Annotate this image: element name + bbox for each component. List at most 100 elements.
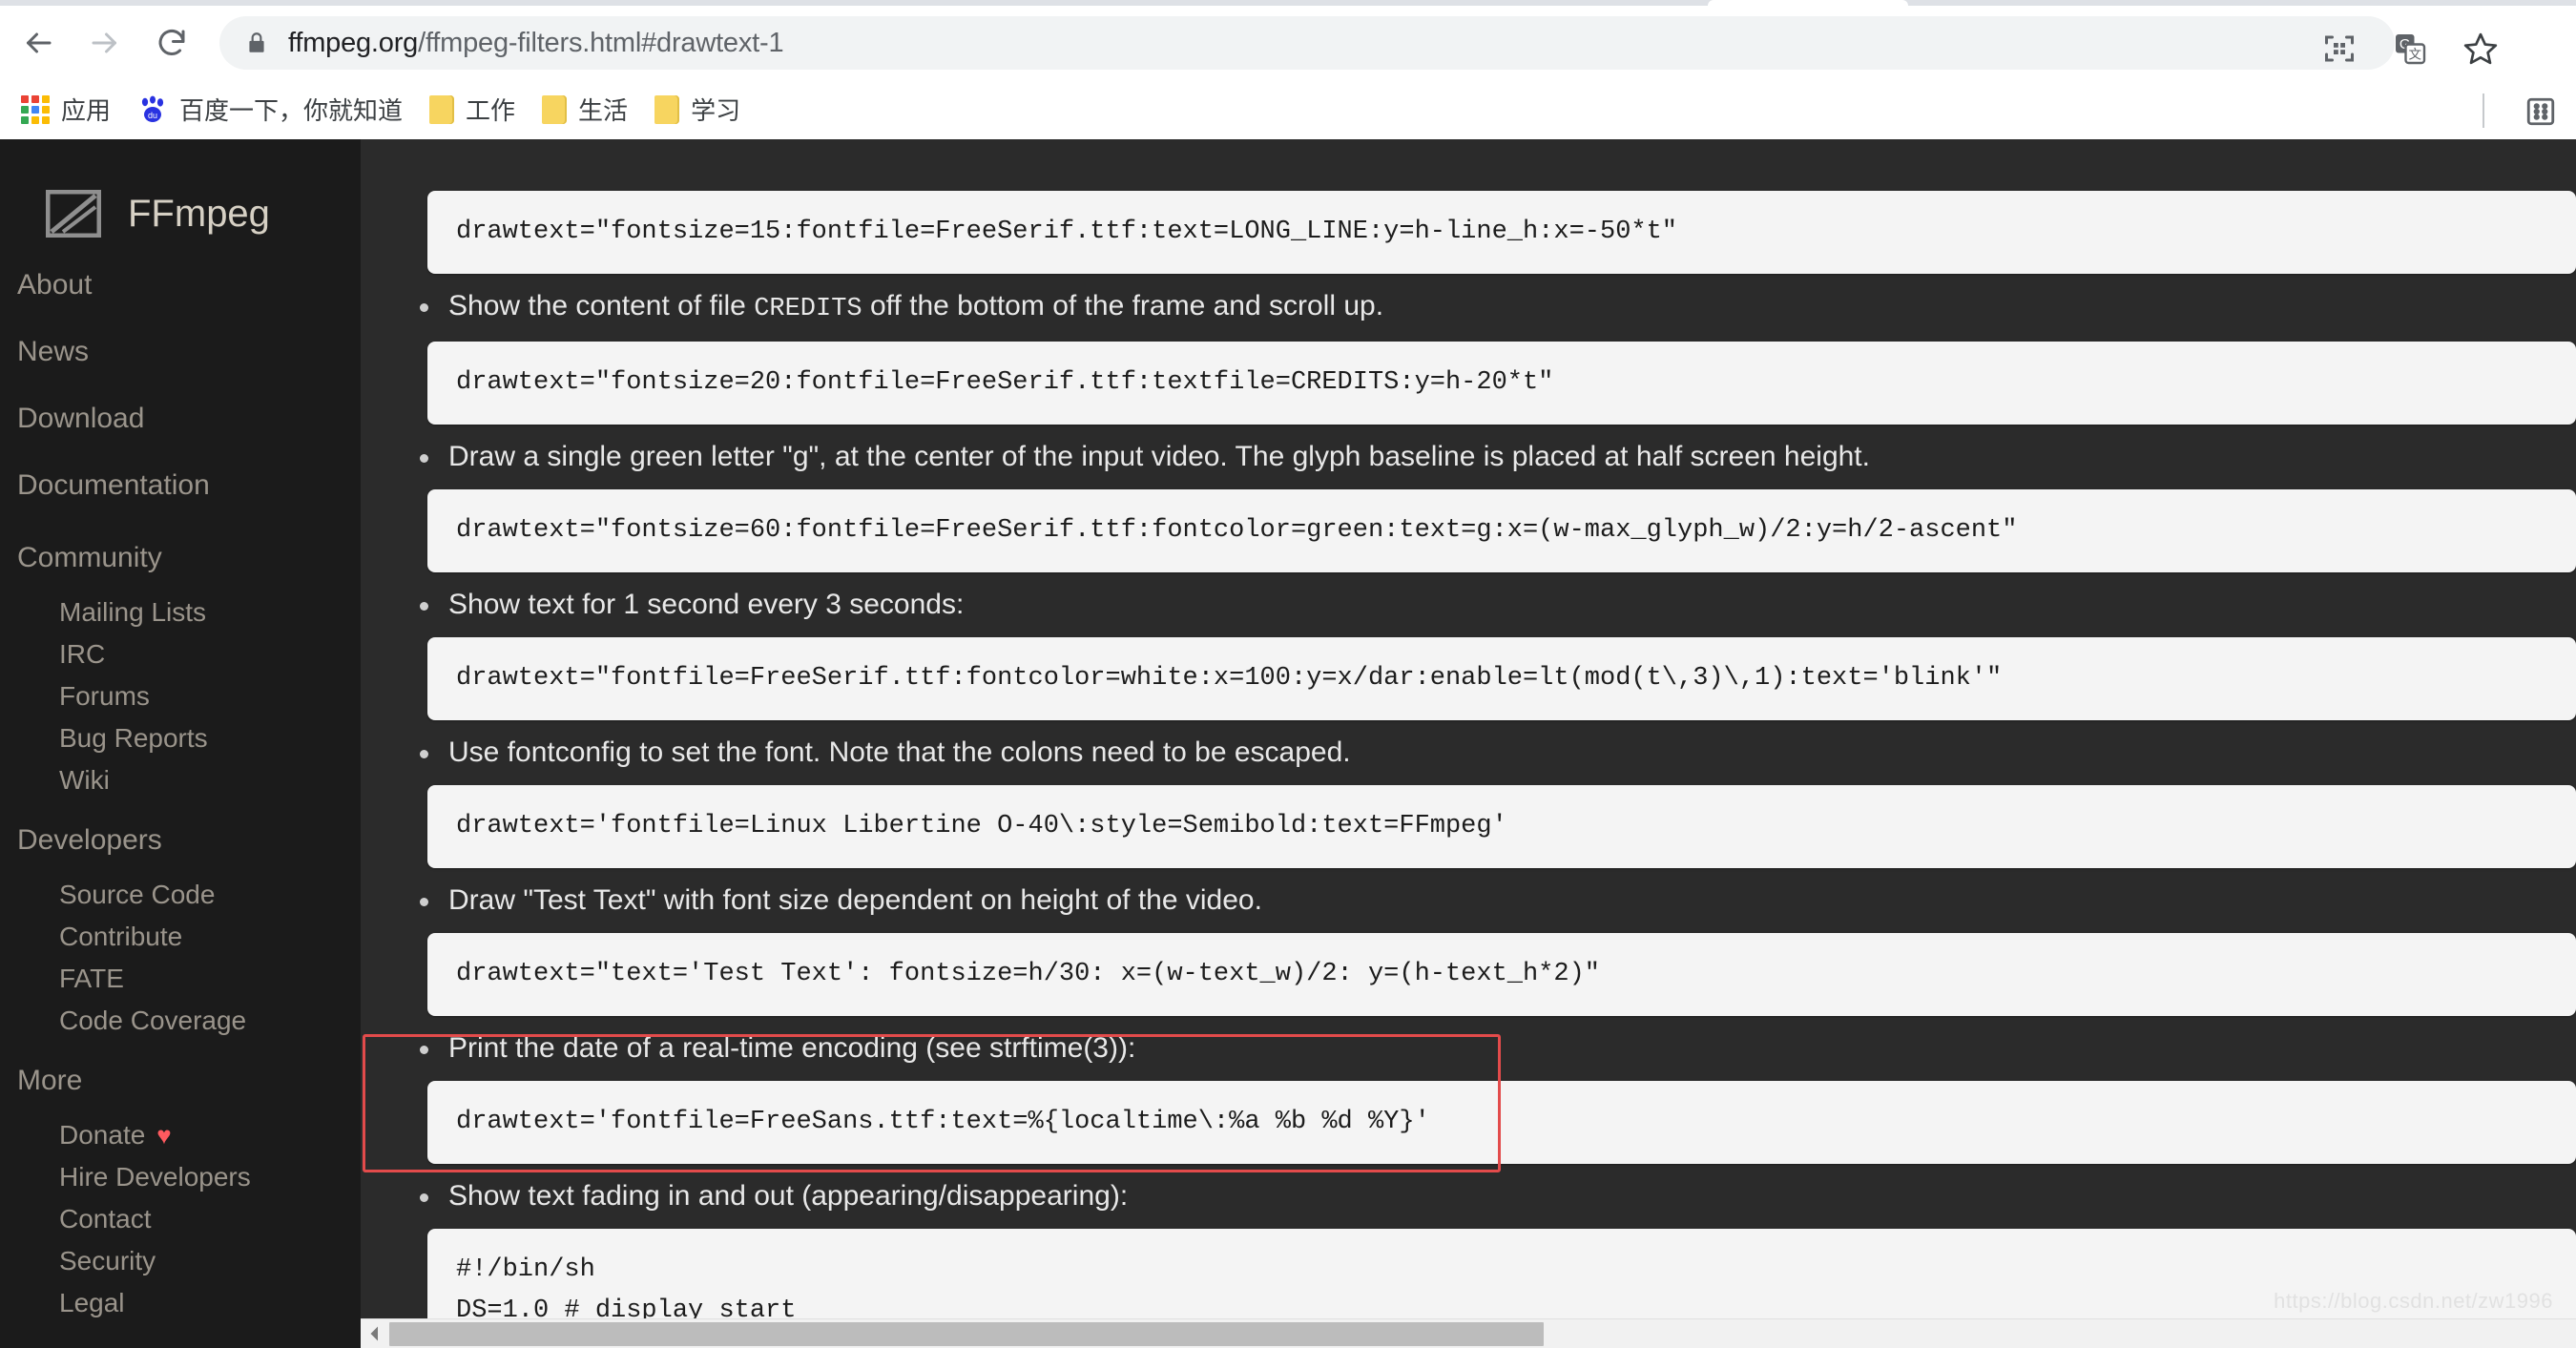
sidebar-item-donate[interactable]: Donate ♥ [0,1114,361,1156]
sidebar-item-source-code[interactable]: Source Code [0,874,361,916]
example-bullet-blink: Show text for 1 second every 3 seconds: [361,586,2576,624]
sidebar-item-code-coverage[interactable]: Code Coverage [0,1000,361,1042]
sidebar-item-mailing-lists[interactable]: Mailing Lists [0,591,361,633]
scroll-left-arrow-icon[interactable] [364,1323,385,1344]
code-block-fontconfig[interactable]: drawtext='fontfile=Linux Libertine O-40\… [427,785,2576,868]
bookmark-label: 工作 [466,96,516,125]
code-text: drawtext='fontfile=FreeSans.ttf:text=%{l… [456,1108,1430,1136]
url-host: ffmpeg.org [288,27,419,58]
sidebar-item-fate[interactable]: FATE [0,958,361,1000]
bookmark-item-apps[interactable]: 应用 [11,86,120,134]
code-text: drawtext="fontfile=FreeSerif.ttf:fontcol… [456,664,2003,693]
example-bullet-fading: Show text fading in and out (appearing/d… [361,1177,2576,1215]
sidebar-nav-top: About News Download Documentation [0,252,361,519]
bookmark-item-life[interactable]: 生活 [532,86,637,134]
bullet-label: Draw a single green letter "g", at the c… [448,441,1870,472]
bookmark-label: 生活 [578,96,629,125]
sidebar-heading-community[interactable]: Community [0,525,361,591]
example-bullet-green-g: Draw a single green letter "g", at the c… [361,438,2576,476]
sidebar-item-about[interactable]: About [0,252,361,319]
code-text: drawtext="text='Test Text': fontsize=h/3… [456,960,1600,988]
sidebar-item-forums[interactable]: Forums [0,675,361,717]
bookmarks-divider [2483,93,2484,128]
example-bullet-fontconfig: Use fontconfig to set the font. Note tha… [361,734,2576,772]
bookmark-label: 百度一下，你就知道 [179,96,404,125]
sidebar-heading-more[interactable]: More [0,1047,361,1114]
brand-name: FFmpeg [128,192,270,235]
sidebar-item-hire-developers[interactable]: Hire Developers [0,1156,361,1198]
ffmpeg-logo-icon [45,189,102,238]
sidebar-group-community: Community Mailing Lists IRC Forums Bug R… [0,525,361,801]
sidebar-item-documentation[interactable]: Documentation [0,452,361,519]
bookmark-item-work[interactable]: 工作 [420,86,525,134]
bookmark-item-baidu[interactable]: du 百度一下，你就知道 [128,86,412,134]
code-text: drawtext="fontsize=20:fontfile=FreeSerif… [456,368,1554,397]
horizontal-scrollbar[interactable] [361,1318,2576,1348]
svg-text:文: 文 [2409,48,2422,62]
address-bar[interactable]: ffmpeg.org/ffmpeg-filters.html#drawtext-… [219,16,2395,70]
code-text: drawtext="fontsize=15:fontfile=FreeSerif… [456,218,1678,246]
google-translate-icon[interactable]: G 文 [2381,20,2439,77]
sidebar-item-label: Donate [59,1120,146,1150]
bullet-text-after: off the bottom of the frame and scroll u… [862,290,1384,321]
code-text: drawtext='fontfile=Linux Libertine O-40\… [456,812,1507,840]
sidebar-group-more: More Donate ♥ Hire Developers Contact Sec… [0,1047,361,1324]
bullet-text-before: Show the content of file [448,290,755,321]
example-bullet-test-text: Draw "Test Text" with font size dependen… [361,881,2576,920]
lock-icon [244,29,269,57]
bookmark-item-study[interactable]: 学习 [645,86,750,134]
page-viewport: FFmpeg About News Download Documentation… [0,139,2576,1348]
folder-icon [542,94,568,124]
folder-icon [654,94,680,124]
scrollbar-thumb[interactable] [389,1322,1544,1346]
sidebar-item-security[interactable]: Security [0,1240,361,1282]
browser-toolbar: ffmpeg.org/ffmpeg-filters.html#drawtext-… [0,6,2576,80]
sidebar-item-wiki[interactable]: Wiki [0,759,361,801]
site-sidebar: FFmpeg About News Download Documentation… [0,139,361,1348]
code-text: drawtext="fontsize=60:fontfile=FreeSerif… [456,516,2018,545]
bullet-label: Show the content of file CREDITS off the… [448,287,2576,328]
partial-bullet-row [361,139,2576,177]
bullet-label: Draw "Test Text" with font size dependen… [448,884,1262,916]
qr-code-icon[interactable] [2311,20,2368,77]
svg-text:du: du [148,111,157,120]
bookmark-label: 学习 [691,96,741,125]
bullet-label: Use fontconfig to set the font. Note tha… [448,736,1351,768]
url-path: /ffmpeg-filters.html#drawtext-1 [418,27,784,58]
sidebar-item-irc[interactable]: IRC [0,633,361,675]
code-block-blink[interactable]: drawtext="fontfile=FreeSerif.ttf:fontcol… [427,637,2576,720]
toolbar-actions: G 文 [2297,11,2509,86]
apps-grid-icon [21,94,50,124]
sidebar-item-news[interactable]: News [0,319,361,385]
bullet-label: Show text fading in and out (appearing/d… [448,1180,1129,1212]
bullet-label: Show text for 1 second every 3 seconds: [448,589,965,620]
site-brand[interactable]: FFmpeg [0,153,361,246]
sidebar-item-bug-reports[interactable]: Bug Reports [0,717,361,759]
code-block-long-line[interactable]: drawtext="fontsize=15:fontfile=FreeSerif… [427,191,2576,274]
example-bullet-credits: Show the content of file CREDITS off the… [361,287,2576,328]
bullet-label: Print the date of a real-time encoding (… [448,1032,1136,1064]
code-block-localtime[interactable]: drawtext='fontfile=FreeSans.ttf:text=%{l… [427,1081,2576,1164]
url-text: ffmpeg.org/ffmpeg-filters.html#drawtext-… [288,28,783,59]
example-bullet-localtime: Print the date of a real-time encoding (… [361,1029,2576,1068]
forward-arrow-icon[interactable] [74,12,135,73]
sidebar-item-contact[interactable]: Contact [0,1198,361,1240]
sidebar-heading-developers[interactable]: Developers [0,807,361,874]
bookmark-star-icon[interactable] [2452,20,2509,77]
inline-code: CREDITS [754,295,862,323]
sidebar-item-download[interactable]: Download [0,385,361,452]
sidebar-group-developers: Developers Source Code Contribute FATE C… [0,807,361,1042]
baidu-icon: du [137,95,168,124]
bookmarks-overflow-icon[interactable] [2521,92,2561,132]
documentation-content: drawtext="fontsize=15:fontfile=FreeSerif… [361,139,2576,1348]
reload-icon[interactable] [141,12,202,73]
code-block-green-g[interactable]: drawtext="fontsize=60:fontfile=FreeSerif… [427,489,2576,572]
sidebar-item-contribute[interactable]: Contribute [0,916,361,958]
content-inner: drawtext="fontsize=15:fontfile=FreeSerif… [361,139,2576,1348]
bookmarks-bar: 应用 du 百度一下，你就知道 工作 生活 学习 [0,80,2576,139]
code-block-test-text[interactable]: drawtext="text='Test Text': fontsize=h/3… [427,933,2576,1016]
folder-icon [429,94,455,124]
sidebar-item-legal[interactable]: Legal [0,1282,361,1324]
code-block-credits[interactable]: drawtext="fontsize=20:fontfile=FreeSerif… [427,342,2576,425]
back-arrow-icon[interactable] [8,12,69,73]
